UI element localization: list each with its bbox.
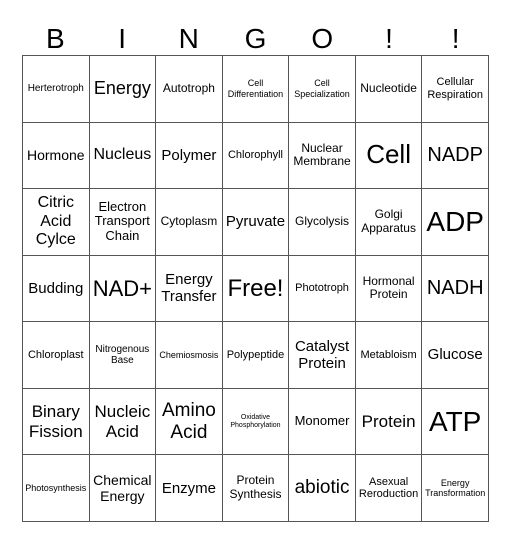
bingo-grid: Herterotroph Energy Autotroph Cell Differen… xyxy=(22,55,489,522)
header-letter: O xyxy=(311,23,334,54)
bingo-cell[interactable]: Chemical Energy xyxy=(88,454,157,522)
bingo-row: Photosynthesis Chemical Energy Enzyme Prote… xyxy=(22,454,489,522)
bingo-cell[interactable]: Energy xyxy=(88,55,157,123)
bingo-cell[interactable]: Cell xyxy=(354,121,423,190)
bingo-cell[interactable]: Metabloism xyxy=(354,321,423,389)
bingo-cell[interactable]: Autotroph xyxy=(155,55,223,123)
bingo-cell[interactable]: Polypeptide xyxy=(221,321,290,389)
bingo-cell[interactable]: Chlorophyll xyxy=(221,121,290,190)
bingo-cell[interactable]: Glycolysis xyxy=(288,188,356,256)
header-letter: I xyxy=(118,23,126,54)
bingo-row: Hormone Nucleus Polymer Chlorophyll Nuclear … xyxy=(22,121,489,190)
bingo-cell[interactable]: Chloroplast xyxy=(22,321,90,389)
header-letter: ! xyxy=(451,23,460,54)
bingo-row: Citric Acid Cylce Electron Transport Chai… xyxy=(22,188,489,256)
bingo-cell[interactable]: Pyruvate xyxy=(221,188,290,256)
bingo-cell[interactable]: Protein Synthesis xyxy=(221,454,290,522)
bingo-header: B I N G O ! ! xyxy=(22,22,489,56)
bingo-cell[interactable]: Protein xyxy=(354,387,423,456)
bingo-cell[interactable]: Phototroph xyxy=(288,254,356,323)
bingo-cell[interactable]: Cellular Respiration xyxy=(421,55,489,123)
bingo-row: Budding NAD+ Energy Transfer Free! Phototrop… xyxy=(22,254,489,323)
bingo-cell[interactable]: Electron Transport Chain xyxy=(88,188,157,256)
bingo-cell[interactable]: Nitrogenous Base xyxy=(88,321,157,389)
bingo-cell[interactable]: Nucleotide xyxy=(354,55,423,123)
bingo-row: Binary Fission Nucleic Acid Amino Acid Oxid… xyxy=(22,387,489,456)
bingo-cell[interactable]: Cytoplasm xyxy=(155,188,223,256)
bingo-cell[interactable]: abiotic xyxy=(288,454,356,522)
bingo-cell[interactable]: Glucose xyxy=(421,321,489,389)
bingo-cell[interactable]: Energy Transfer xyxy=(155,254,223,323)
bingo-cell[interactable]: Asexual Reroduction xyxy=(354,454,423,522)
bingo-cell[interactable]: Enzyme xyxy=(155,454,223,522)
bingo-cell[interactable]: Oxidative Phosphorylation xyxy=(221,387,290,456)
bingo-cell[interactable]: Free! xyxy=(221,254,290,323)
bingo-cell[interactable]: Budding xyxy=(22,254,90,323)
bingo-row: Herterotroph Energy Autotroph Cell Differen… xyxy=(22,55,489,123)
header-letter: B xyxy=(46,23,65,54)
bingo-cell[interactable]: ADP xyxy=(421,188,489,256)
bingo-cell[interactable]: Herterotroph xyxy=(22,55,90,123)
bingo-cell[interactable]: Citric Acid Cylce xyxy=(22,188,90,256)
bingo-cell[interactable]: Hormone xyxy=(22,121,90,190)
bingo-cell[interactable]: Monomer xyxy=(288,387,356,456)
header-letter: ! xyxy=(385,23,393,54)
bingo-cell[interactable]: NAD+ xyxy=(88,254,157,323)
bingo-cell[interactable]: Photosynthesis xyxy=(22,454,90,522)
bingo-cell[interactable]: NADH xyxy=(421,254,489,323)
header-letter: N xyxy=(178,23,199,54)
bingo-cell[interactable]: Cell Specialization xyxy=(288,55,356,123)
bingo-cell[interactable]: Cell Differentiation xyxy=(221,55,290,123)
header-letter: G xyxy=(244,23,267,54)
bingo-cell[interactable]: NADP xyxy=(421,121,489,190)
bingo-cell[interactable]: Catalyst Protein xyxy=(288,321,356,389)
bingo-cell[interactable]: Binary Fission xyxy=(22,387,90,456)
bingo-cell[interactable]: ATP xyxy=(421,387,489,456)
bingo-cell[interactable]: Nuclear Membrane xyxy=(288,121,356,190)
bingo-cell[interactable]: Amino Acid xyxy=(155,387,223,456)
bingo-cell[interactable]: Nucleus xyxy=(88,121,157,190)
bingo-cell[interactable]: Hormonal Protein xyxy=(354,254,423,323)
bingo-cell[interactable]: Polymer xyxy=(155,121,223,190)
bingo-row: Chloroplast Nitrogenous Base Chemiosmosis P… xyxy=(22,321,489,389)
bingo-cell[interactable]: Energy Transformation xyxy=(421,454,489,522)
bingo-cell[interactable]: Chemiosmosis xyxy=(155,321,223,389)
bingo-cell[interactable]: Golgi Apparatus xyxy=(354,188,423,256)
bingo-cell[interactable]: Nucleic Acid xyxy=(88,387,157,456)
